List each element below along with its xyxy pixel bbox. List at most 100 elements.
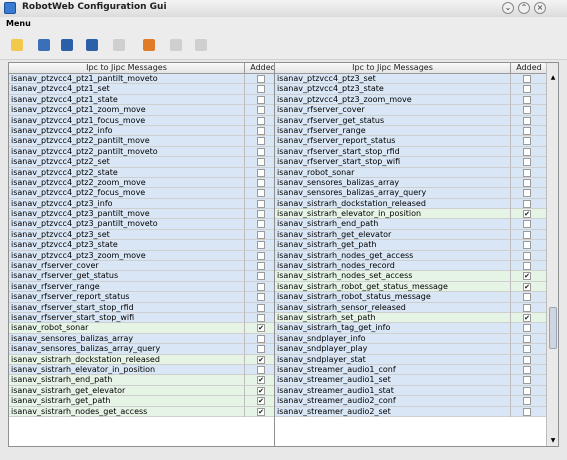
added-checkbox[interactable]: [523, 137, 531, 146]
added-checkbox[interactable]: [257, 158, 265, 167]
added-checkbox[interactable]: [257, 272, 265, 281]
table-row[interactable]: isanav_ptzvcc4_ptz3_info: [9, 198, 280, 210]
table-row[interactable]: isanav_ptzvcc4_ptz2_focus_move: [9, 188, 280, 199]
added-checkbox[interactable]: [523, 168, 531, 177]
added-checkbox[interactable]: [257, 106, 265, 115]
table-row[interactable]: isanav_sensores_balizas_array_query: [9, 344, 280, 355]
table-row[interactable]: isanav_ptzvcc4_ptz1_focus_move: [9, 115, 280, 126]
added-checkbox[interactable]: ✔: [257, 355, 265, 364]
toolbar-settings-button[interactable]: [140, 36, 158, 54]
added-checkbox[interactable]: [257, 241, 265, 250]
added-checkbox[interactable]: [257, 85, 265, 94]
column-header-added[interactable]: Added: [510, 63, 547, 74]
added-checkbox[interactable]: [257, 334, 265, 343]
table-row[interactable]: isanav_ptzvcc4_ptz3_pantilt_move: [9, 209, 280, 220]
added-checkbox[interactable]: [523, 293, 531, 302]
vertical-scrollbar[interactable]: ▲▼: [546, 63, 558, 446]
table-row[interactable]: isanav_streamer_audio1_set: [275, 375, 546, 386]
added-checkbox[interactable]: [523, 147, 531, 156]
added-checkbox[interactable]: ✔: [523, 272, 531, 281]
added-checkbox[interactable]: [523, 365, 531, 374]
added-checkbox[interactable]: [523, 116, 531, 125]
added-checkbox[interactable]: [523, 95, 531, 104]
added-checkbox[interactable]: [257, 126, 265, 135]
table-row[interactable]: isanav_ptzvcc4_ptz2_zoom_move: [9, 177, 280, 189]
scroll-thumb[interactable]: [549, 306, 557, 350]
added-checkbox[interactable]: [257, 293, 265, 302]
added-checkbox[interactable]: [257, 230, 265, 239]
table-row[interactable]: isanav_ptzvcc4_ptz1_zoom_move: [9, 105, 280, 116]
table-row[interactable]: isanav_streamer_audio2_set: [275, 406, 546, 417]
added-checkbox[interactable]: [523, 126, 531, 135]
table-row[interactable]: isanav_sndplayer_stat: [275, 354, 546, 365]
added-checkbox[interactable]: [257, 189, 265, 198]
added-checkbox[interactable]: [257, 303, 265, 312]
table-row[interactable]: isanav_ptzvcc4_ptz3_zoom_move: [9, 250, 280, 262]
added-checkbox[interactable]: [257, 313, 265, 322]
table-row[interactable]: isanav_sistrarh_get_path: [275, 240, 546, 251]
scroll-down-icon[interactable]: ▼: [547, 436, 558, 446]
toolbar-save-as-button[interactable]: [83, 36, 101, 54]
added-checkbox[interactable]: [523, 251, 531, 260]
table-row[interactable]: isanav_ptzvcc4_ptz3_set: [9, 229, 280, 241]
table-row[interactable]: isanav_sistrarh_set_path ✔: [275, 312, 546, 324]
table-row[interactable]: isanav_robot_sonar: [275, 167, 546, 178]
close-icon[interactable]: ×: [534, 2, 546, 14]
table-row[interactable]: isanav_sistrarh_tag_get_info: [275, 323, 546, 334]
table-row[interactable]: isanav_rfserver_get_status: [9, 271, 280, 282]
added-checkbox[interactable]: [257, 116, 265, 125]
added-checkbox[interactable]: [523, 75, 531, 83]
added-checkbox[interactable]: ✔: [257, 376, 265, 385]
toolbar-open-button[interactable]: [35, 36, 53, 54]
chevron-up-icon[interactable]: ⌃: [518, 2, 530, 14]
added-checkbox[interactable]: [257, 147, 265, 156]
table-row[interactable]: isanav_sistrarh_nodes_set_access ✔: [275, 271, 546, 282]
table-row[interactable]: isanav_rfserver_report_status: [275, 136, 546, 147]
table-row[interactable]: isanav_streamer_audio1_stat: [275, 385, 546, 397]
table-row[interactable]: isanav_sistrarh_get_elevator: [275, 229, 546, 241]
table-row[interactable]: isanav_sistrarh_sensor_released: [275, 302, 546, 313]
added-checkbox[interactable]: [523, 199, 531, 208]
toolbar-save-button[interactable]: [58, 36, 76, 54]
table-row[interactable]: isanav_ptzvcc4_ptz1_state: [9, 94, 280, 106]
added-checkbox[interactable]: [523, 178, 531, 187]
added-checkbox[interactable]: [257, 365, 265, 374]
table-row[interactable]: isanav_sndplayer_play: [275, 344, 546, 355]
table-row[interactable]: isanav_rfserver_start_stop_rfid: [275, 146, 546, 158]
added-checkbox[interactable]: [257, 178, 265, 187]
table-row[interactable]: isanav_rfserver_cover: [9, 261, 280, 272]
table-row[interactable]: isanav_ptzvcc4_ptz1_pantilt_moveto: [9, 74, 280, 85]
added-checkbox[interactable]: [523, 85, 531, 94]
table-row[interactable]: isanav_sistrarh_dockstation_released ✔: [9, 354, 280, 365]
table-row[interactable]: isanav_sensores_balizas_array: [275, 177, 546, 189]
table-row[interactable]: isanav_ptzvcc4_ptz3_state: [9, 240, 280, 251]
added-checkbox[interactable]: [523, 230, 531, 239]
added-checkbox[interactable]: [523, 324, 531, 333]
table-row[interactable]: isanav_sensores_balizas_array_query: [275, 188, 546, 199]
added-checkbox[interactable]: ✔: [523, 282, 531, 291]
table-row[interactable]: isanav_rfserver_report_status: [9, 292, 280, 303]
added-checkbox[interactable]: [523, 158, 531, 167]
added-checkbox[interactable]: [523, 220, 531, 229]
added-checkbox[interactable]: [257, 251, 265, 260]
table-row[interactable]: isanav_sistrarh_robot_get_status_message…: [275, 281, 546, 293]
table-row[interactable]: isanav_sistrarh_robot_status_message: [275, 292, 546, 303]
table-row[interactable]: isanav_ptzvcc4_ptz2_pantilt_moveto: [9, 146, 280, 158]
table-row[interactable]: isanav_ptzvcc4_ptz3_set: [275, 74, 546, 85]
table-row[interactable]: isanav_ptzvcc4_ptz2_set: [9, 157, 280, 168]
table-row[interactable]: isanav_streamer_audio2_conf: [275, 396, 546, 407]
table-row[interactable]: isanav_ptzvcc4_ptz2_state: [9, 167, 280, 178]
added-checkbox[interactable]: [257, 282, 265, 291]
toolbar-new-button[interactable]: [8, 36, 26, 54]
added-checkbox[interactable]: [523, 303, 531, 312]
table-row[interactable]: isanav_ptzvcc4_ptz3_zoom_move: [275, 94, 546, 106]
table-row[interactable]: isanav_sistrarh_end_path: [275, 219, 546, 230]
table-row[interactable]: isanav_sistrarh_nodes_get_access: [275, 250, 546, 262]
added-checkbox[interactable]: [523, 189, 531, 198]
table-row[interactable]: isanav_robot_sonar ✔: [9, 323, 280, 334]
table-row[interactable]: isanav_sistrarh_get_path ✔: [9, 396, 280, 407]
table-row[interactable]: isanav_rfserver_get_status: [275, 115, 546, 126]
added-checkbox[interactable]: ✔: [257, 407, 265, 416]
added-checkbox[interactable]: [523, 407, 531, 416]
scroll-up-icon[interactable]: ▲: [547, 73, 558, 83]
